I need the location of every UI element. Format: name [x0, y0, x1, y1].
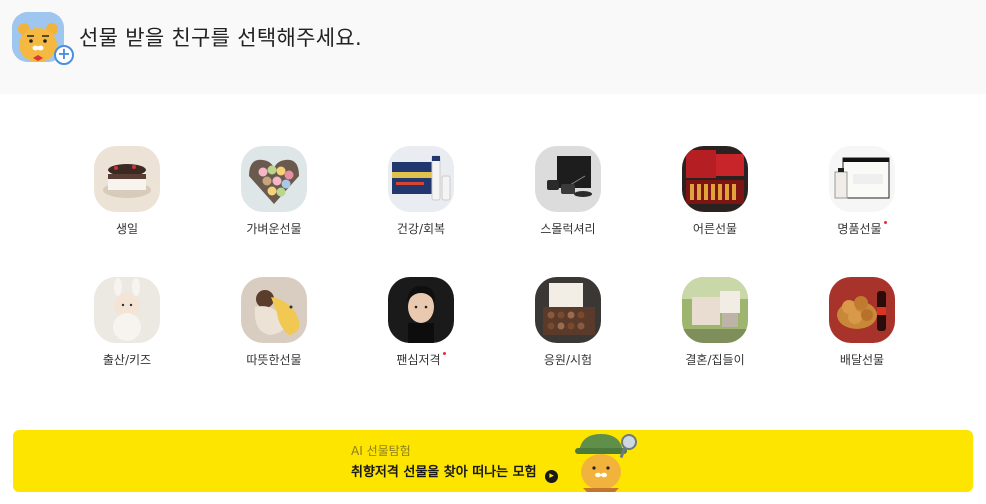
category-label: 명품선물 — [837, 222, 882, 236]
category-health[interactable]: 건강/회복 — [346, 146, 496, 256]
category-label: 건강/회복 — [396, 222, 446, 236]
page-title: 선물 받을 친구를 선택해주세요. — [79, 26, 362, 50]
banner-title: 취향저격 선물을 찾아 떠나는 모험 — [351, 465, 537, 480]
category-label: 팬심저격 — [396, 353, 441, 367]
macaron-box-thumbnail — [241, 146, 307, 212]
category-cheer-exam[interactable]: 응원/시험 — [493, 277, 643, 387]
category-small-luxury[interactable]: 스몰럭셔리 — [493, 146, 643, 256]
health-supplement-thumbnail — [388, 146, 454, 212]
category-elder-gift[interactable]: 어른선물 — [640, 146, 790, 256]
category-label: 결혼/집들이 — [685, 353, 745, 367]
category-label: 따뜻한선물 — [246, 353, 302, 367]
category-label: 출산/키즈 — [102, 353, 152, 367]
category-label: 스몰럭셔리 — [540, 222, 596, 236]
category-delivery-gift[interactable]: 배달선물 — [787, 277, 937, 387]
birthday-cake-thumbnail — [94, 146, 160, 212]
celebrity-portrait-thumbnail — [388, 277, 454, 343]
category-label: 어른선물 — [692, 222, 738, 236]
home-appliance-thumbnail — [682, 277, 748, 343]
category-wedding-housewarming[interactable]: 결혼/집들이 — [640, 277, 790, 387]
category-label: 응원/시험 — [543, 353, 593, 367]
luxury-accessory-thumbnail — [535, 146, 601, 212]
chocolate-box-thumbnail — [535, 277, 601, 343]
header: + 선물 받을 친구를 선택해주세요. — [0, 0, 986, 94]
category-label: 가벼운선물 — [246, 222, 302, 236]
chevron-right-circle-icon: ▸ — [545, 470, 559, 483]
category-fan-gift[interactable]: 팬심저격 — [346, 277, 496, 387]
category-birth-kids[interactable]: 출산/키즈 — [52, 277, 202, 387]
category-label: 배달선물 — [839, 353, 885, 367]
new-indicator-dot — [883, 221, 887, 224]
new-indicator-dot — [442, 352, 446, 355]
category-light-gift[interactable]: 가벼운선물 — [199, 146, 349, 256]
friend-select-avatar-button[interactable]: + — [12, 12, 74, 65]
category-luxury-gift[interactable]: 명품선물 — [787, 146, 937, 256]
fried-chicken-thumbnail — [829, 277, 895, 343]
explorer-character-icon — [565, 430, 645, 492]
body-pillow-thumbnail — [241, 277, 307, 343]
ai-gift-explore-banner[interactable]: AI 선물탐험 취향저격 선물을 찾아 떠나는 모험 ▸ — [13, 430, 973, 492]
category-label: 생일 — [115, 222, 139, 236]
plus-circle-icon: + — [54, 45, 74, 65]
perfume-box-thumbnail — [829, 146, 895, 212]
baby-thumbnail — [94, 277, 160, 343]
red-gift-set-thumbnail — [682, 146, 748, 212]
category-birthday[interactable]: 생일 — [52, 146, 202, 256]
category-warm-gift[interactable]: 따뜻한선물 — [199, 277, 349, 387]
banner-subtitle: AI 선물탐험 — [351, 444, 411, 458]
